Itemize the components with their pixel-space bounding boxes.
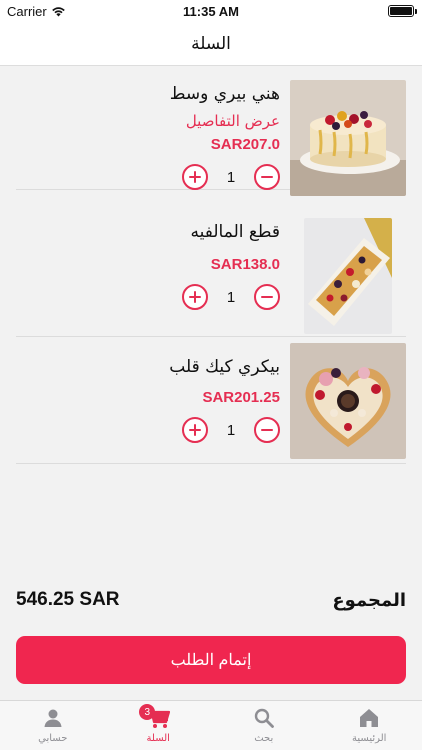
tab-label: الرئيسية — [352, 733, 387, 744]
quantity-stepper: 1 — [182, 417, 280, 443]
status-bar: Carrier 11:35 AM — [0, 0, 422, 22]
item-price: SAR201.25 — [202, 389, 280, 406]
home-icon — [358, 707, 380, 729]
mille-feuille-box-icon[interactable] — [304, 218, 392, 334]
cart-item: بيكري كيك قلب SAR201.25 1 — [16, 337, 406, 464]
total-value: 546.25 SAR — [16, 589, 120, 610]
tab-label: بحث — [254, 733, 274, 744]
tab-cart[interactable]: 3 السلة — [106, 701, 212, 750]
tab-search[interactable]: بحث — [211, 701, 317, 750]
person-icon — [42, 707, 64, 729]
increase-quantity-button[interactable] — [182, 417, 208, 443]
decrease-quantity-button[interactable] — [254, 417, 280, 443]
decrease-quantity-button[interactable] — [254, 164, 280, 190]
tab-bar: حسابي 3 السلة بحث الرئيسية — [0, 700, 422, 750]
cart-item: هني بيري وسط عرض التفاصيل SAR207.0 1 — [16, 66, 406, 196]
cart-item: قطع المالفيه SAR138.0 1 — [16, 190, 406, 337]
item-price: SAR138.0 — [210, 256, 280, 273]
nav-bar: السلة — [0, 22, 422, 66]
item-name: بيكري كيك قلب — [169, 357, 280, 377]
quantity-stepper: 1 — [182, 284, 280, 310]
search-icon — [253, 707, 275, 729]
decrease-quantity-button[interactable] — [254, 284, 280, 310]
increase-quantity-button[interactable] — [182, 164, 208, 190]
tab-account[interactable]: حسابي — [0, 701, 106, 750]
item-name: هني بيري وسط — [169, 84, 280, 104]
item-price: SAR207.0 — [210, 136, 280, 153]
checkout-button[interactable]: إتمام الطلب — [16, 636, 406, 684]
quantity-value: 1 — [226, 288, 236, 306]
cart-list: هني بيري وسط عرض التفاصيل SAR207.0 1 قطع… — [0, 66, 422, 464]
order-total: 546.25 SAR المجموع — [16, 586, 406, 614]
quantity-value: 1 — [226, 168, 236, 186]
status-time: 11:35 AM — [183, 4, 239, 19]
tab-label: السلة — [146, 733, 170, 744]
increase-quantity-button[interactable] — [182, 284, 208, 310]
cake-berry-icon[interactable] — [290, 80, 406, 196]
total-label: المجموع — [332, 589, 406, 611]
page-title: السلة — [191, 33, 231, 54]
tab-label: حسابي — [38, 733, 68, 744]
view-details-link[interactable]: عرض التفاصيل — [186, 112, 280, 130]
quantity-value: 1 — [226, 421, 236, 439]
item-name: قطع المالفيه — [190, 222, 280, 242]
battery-icon — [388, 5, 417, 17]
quantity-stepper: 1 — [182, 164, 280, 190]
tab-home[interactable]: الرئيسية — [317, 701, 422, 750]
heart-cake-icon[interactable] — [290, 343, 406, 459]
